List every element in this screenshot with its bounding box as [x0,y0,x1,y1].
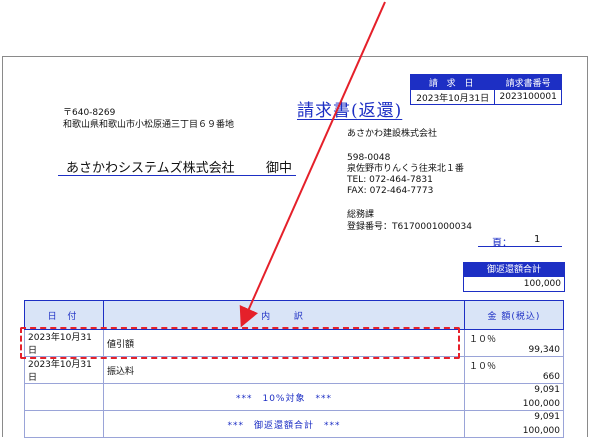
annotation-arrow [239,1,386,328]
